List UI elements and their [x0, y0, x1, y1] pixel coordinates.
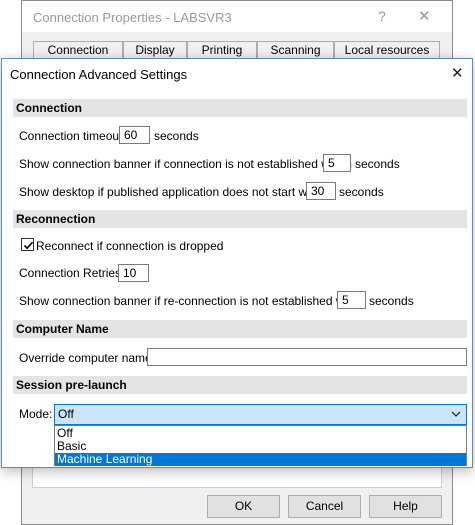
parent-titlebar: Connection Properties - LABSVR3 ? ✕	[22, 1, 452, 32]
mode-label: Mode:	[19, 407, 53, 421]
show-desktop-label: Show desktop if published application do…	[19, 185, 330, 199]
tab-local-resources[interactable]: Local resources	[334, 41, 440, 59]
mode-option-off[interactable]: Off	[55, 427, 466, 440]
mode-options-list: Off Basic Machine Learning	[54, 425, 467, 466]
parent-content-panel	[32, 466, 442, 488]
parent-close-icon[interactable]: ✕	[418, 7, 431, 25]
cancel-button[interactable]: Cancel	[288, 495, 361, 518]
section-header-connection: Connection	[13, 99, 467, 117]
parent-help-icon[interactable]: ?	[378, 8, 386, 24]
reconnect-checkbox[interactable]	[21, 238, 34, 251]
connection-banner-unit: seconds	[355, 157, 400, 171]
connection-retries-input[interactable]: 10	[118, 264, 149, 282]
mode-option-machine-learning[interactable]: Machine Learning	[55, 453, 466, 466]
dialog-titlebar: Connection Advanced Settings ✕	[2, 59, 472, 89]
reconnect-label: Reconnect if connection is dropped	[36, 239, 224, 253]
show-desktop-unit: seconds	[339, 185, 384, 199]
override-computer-name-label: Override computer name:	[19, 351, 156, 365]
dialog-title: Connection Advanced Settings	[10, 67, 188, 82]
connection-advanced-settings-dialog: Connection Advanced Settings ✕ Connectio…	[1, 58, 473, 468]
connection-banner-input[interactable]: 5	[323, 154, 351, 172]
help-button[interactable]: Help	[369, 495, 442, 518]
connection-timeout-unit: seconds	[154, 129, 199, 143]
reconnection-banner-input[interactable]: 5	[337, 291, 366, 309]
ok-button[interactable]: OK	[207, 495, 280, 518]
connection-banner-label: Show connection banner if connection is …	[19, 157, 352, 171]
show-desktop-input[interactable]: 30	[306, 182, 336, 200]
section-header-session-prelaunch: Session pre-launch	[13, 376, 467, 394]
tab-scanning[interactable]: Scanning	[257, 41, 334, 59]
parent-title: Connection Properties - LABSVR3	[33, 10, 232, 25]
connection-timeout-input[interactable]: 60	[119, 126, 150, 144]
mode-select-value: Off	[58, 407, 74, 421]
section-header-computer-name: Computer Name	[13, 320, 467, 338]
mode-select[interactable]: Off	[54, 404, 467, 425]
check-icon	[23, 241, 34, 250]
reconnection-banner-unit: seconds	[369, 294, 414, 308]
reconnection-banner-label: Show connection banner if re-connection …	[19, 294, 367, 308]
connection-retries-label: Connection Retries:	[19, 266, 125, 280]
override-computer-name-input[interactable]	[147, 348, 467, 366]
tab-printing[interactable]: Printing	[187, 41, 257, 59]
chevron-down-icon	[451, 411, 461, 417]
dialog-close-icon[interactable]: ✕	[451, 64, 464, 82]
section-header-reconnection: Reconnection	[13, 210, 467, 228]
tab-connection[interactable]: Connection	[33, 41, 123, 59]
connection-timeout-label: Connection timeout:	[19, 129, 126, 143]
tab-display[interactable]: Display	[123, 41, 187, 59]
